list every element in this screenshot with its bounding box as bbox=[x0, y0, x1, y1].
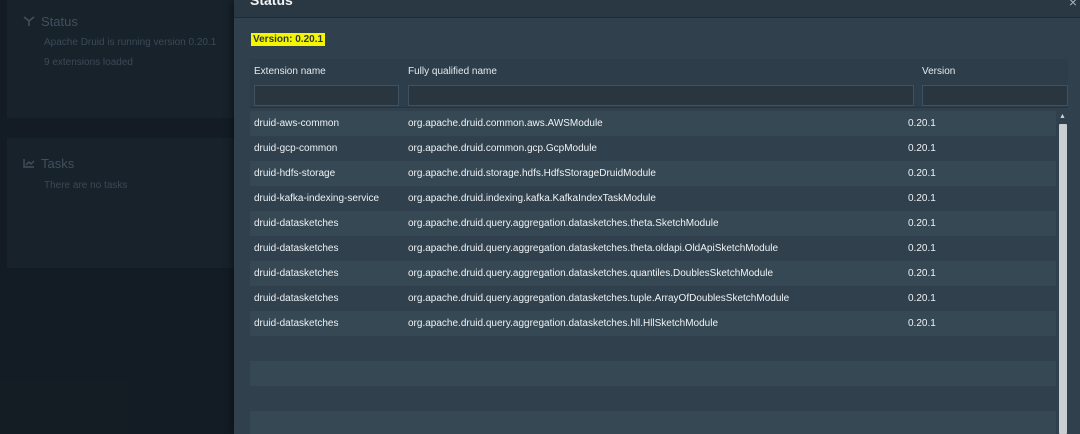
scroll-thumb[interactable] bbox=[1059, 124, 1067, 434]
table-row: druid-datasketches org.apache.druid.query… bbox=[250, 286, 1056, 311]
scroll-up-icon[interactable]: ▲ bbox=[1059, 113, 1066, 120]
table-row: druid-datasketches org.apache.druid.query… bbox=[250, 261, 1056, 286]
extension-name-cell: druid-datasketches bbox=[254, 268, 339, 279]
fully-qualified-name-cell: org.apache.druid.storage.hdfs.HdfsStorag… bbox=[408, 168, 656, 179]
table-header: Extension name Fully qualified name Vers… bbox=[250, 59, 1068, 108]
empty-table-row bbox=[250, 361, 1056, 386]
column-header-version[interactable]: Version bbox=[922, 66, 955, 77]
table-row: druid-aws-common org.apache.druid.common.… bbox=[250, 111, 1056, 136]
fully-qualified-name-cell: org.apache.druid.query.aggregation.datas… bbox=[408, 318, 719, 329]
column-header-extension-name[interactable]: Extension name bbox=[254, 66, 326, 77]
fully-qualified-name-cell: org.apache.druid.query.aggregation.datas… bbox=[408, 268, 774, 279]
extension-name-cell: druid-datasketches bbox=[254, 243, 339, 254]
version-cell: 0.20.1 bbox=[908, 218, 936, 229]
dialog-title: Status bbox=[250, 0, 293, 8]
fully-qualified-name-cell: org.apache.druid.query.aggregation.datas… bbox=[408, 218, 719, 229]
empty-table-row bbox=[250, 386, 1056, 411]
fully-qualified-name-filter-input[interactable] bbox=[408, 85, 914, 106]
version-cell: 0.20.1 bbox=[908, 243, 936, 254]
extensions-table: Extension name Fully qualified name Vers… bbox=[250, 59, 1068, 434]
empty-table-row bbox=[250, 411, 1056, 434]
extension-name-cell: druid-gcp-common bbox=[254, 143, 338, 154]
status-dialog: Status × Version: 0.20.1 Extension name … bbox=[234, 0, 1080, 434]
version-cell: 0.20.1 bbox=[908, 318, 936, 329]
fully-qualified-name-cell: org.apache.druid.common.aws.AWSModule bbox=[408, 118, 603, 129]
extension-name-cell: druid-datasketches bbox=[254, 318, 339, 329]
version-label: Version: 0.20.1 bbox=[251, 33, 326, 46]
table-row: druid-gcp-common org.apache.druid.common.… bbox=[250, 136, 1056, 161]
extension-name-cell: druid-kafka-indexing-service bbox=[254, 193, 380, 204]
close-icon[interactable]: × bbox=[1066, 0, 1080, 14]
table-scrollbar[interactable]: ▲ bbox=[1058, 113, 1068, 434]
extension-name-cell: druid-datasketches bbox=[254, 218, 339, 229]
version-cell: 0.20.1 bbox=[908, 118, 936, 129]
empty-table-row bbox=[250, 336, 1056, 361]
table-row: druid-datasketches org.apache.druid.query… bbox=[250, 236, 1056, 261]
fully-qualified-name-cell: org.apache.druid.common.gcp.GcpModule bbox=[408, 143, 597, 154]
table-row: druid-kafka-indexing-service org.apache.d… bbox=[250, 186, 1056, 211]
version-cell: 0.20.1 bbox=[908, 168, 936, 179]
dialog-header: Status × bbox=[234, 0, 1080, 18]
fully-qualified-name-cell: org.apache.druid.query.aggregation.datas… bbox=[408, 243, 779, 254]
extension-name-filter-input[interactable] bbox=[254, 85, 399, 106]
extension-name-cell: druid-datasketches bbox=[254, 293, 339, 304]
table-row: druid-datasketches org.apache.druid.query… bbox=[250, 211, 1056, 236]
column-header-fully-qualified-name[interactable]: Fully qualified name bbox=[408, 66, 497, 77]
table-body: druid-aws-common org.apache.druid.common.… bbox=[250, 111, 1056, 434]
extension-name-cell: druid-hdfs-storage bbox=[254, 168, 336, 179]
version-cell: 0.20.1 bbox=[908, 293, 936, 304]
fully-qualified-name-cell: org.apache.druid.query.aggregation.datas… bbox=[408, 293, 790, 304]
version-cell: 0.20.1 bbox=[908, 193, 936, 204]
table-row: druid-hdfs-storage org.apache.druid.stora… bbox=[250, 161, 1056, 186]
extension-name-cell: druid-aws-common bbox=[254, 118, 340, 129]
fully-qualified-name-cell: org.apache.druid.indexing.kafka.KafkaInd… bbox=[408, 193, 656, 204]
table-row: druid-datasketches org.apache.druid.query… bbox=[250, 311, 1056, 336]
version-cell: 0.20.1 bbox=[908, 268, 936, 279]
version-cell: 0.20.1 bbox=[908, 143, 936, 154]
version-filter-input[interactable] bbox=[922, 85, 1068, 106]
